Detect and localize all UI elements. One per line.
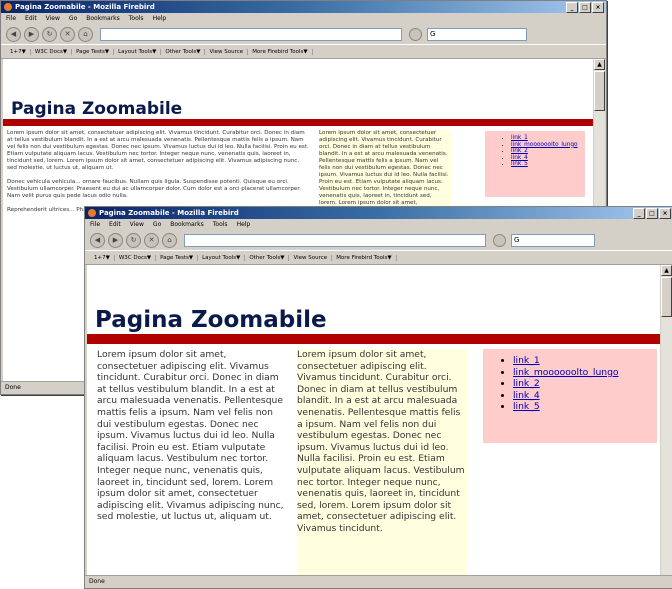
stop-icon[interactable]: ✕ (60, 26, 75, 42)
link-item[interactable]: link_2 (513, 378, 540, 389)
minimize-button[interactable]: _ (633, 208, 645, 219)
page-title: Pagina Zoomabile (11, 99, 183, 119)
text-column-1: Lorem ipsum dolor sit amet, consectetuer… (97, 349, 287, 576)
page-title: Pagina Zoomabile (95, 307, 327, 333)
menu-bar: File Edit View Go Bookmarks Tools Help (85, 219, 672, 230)
url-input[interactable] (184, 233, 486, 247)
window-title: Pagina Zoomabile - Mozilla Firebird (99, 209, 239, 217)
forward-icon[interactable]: ▶ (24, 26, 39, 42)
links-list: link_1 link_moooooolto_lungo link_2 link… (485, 131, 585, 168)
scroll-up-icon[interactable]: ▲ (661, 265, 672, 276)
maximize-button[interactable]: □ (579, 2, 591, 13)
firebird-icon (88, 209, 96, 217)
link-item[interactable]: link_4 (513, 390, 540, 401)
menu-file[interactable]: File (90, 219, 100, 230)
forward-icon[interactable]: ▶ (108, 232, 123, 248)
firebird-icon (4, 3, 12, 11)
devbar-item[interactable]: Page Tests▼ (72, 48, 115, 55)
url-input[interactable] (100, 27, 402, 41)
menu-bookmarks[interactable]: Bookmarks (170, 219, 204, 230)
menu-bookmarks[interactable]: Bookmarks (86, 13, 120, 24)
navigation-toolbar: ◀ ▶ ↻ ✕ ⌂ G (85, 230, 672, 250)
link-item[interactable]: link_moooooolto_lungo (511, 142, 578, 148)
devbar-item[interactable]: 1+7▼ (90, 254, 115, 261)
go-icon[interactable] (409, 27, 422, 41)
title-bar[interactable]: Pagina Zoomabile - Mozilla Firebird _ □ … (1, 1, 606, 13)
scroll-thumb[interactable] (661, 277, 672, 317)
devbar-item[interactable]: Layout Tools▼ (114, 48, 162, 55)
devbar-item[interactable]: Layout Tools▼ (198, 254, 246, 261)
link-item[interactable]: link_1 (511, 135, 528, 141)
paragraph: Lorem ipsum dolor sit amet, consectetuer… (297, 349, 465, 534)
menu-view[interactable]: View (46, 13, 60, 24)
menu-go[interactable]: Go (69, 13, 77, 24)
devbar-item[interactable]: W3C Docs▼ (115, 254, 157, 261)
close-button[interactable]: × (659, 208, 671, 219)
go-icon[interactable] (493, 233, 506, 247)
link-item[interactable]: link_5 (513, 401, 540, 412)
menu-tools[interactable]: Tools (129, 13, 144, 24)
link-item[interactable]: link_4 (511, 155, 528, 161)
status-bar: Done (85, 575, 672, 588)
link-item[interactable]: link_moooooolto_lungo (513, 367, 619, 378)
accent-bar (87, 334, 660, 344)
menu-help[interactable]: Help (237, 219, 251, 230)
reload-icon[interactable]: ↻ (42, 26, 57, 42)
devbar-item[interactable]: More Firebird Tools▼ (248, 48, 313, 55)
menu-bar: File Edit View Go Bookmarks Tools Help (1, 13, 606, 24)
menu-edit[interactable]: Edit (25, 13, 37, 24)
paragraph: Lorem ipsum dolor sit amet, consectetuer… (97, 349, 284, 523)
back-icon[interactable]: ◀ (90, 232, 105, 248)
home-icon[interactable]: ⌂ (162, 232, 177, 248)
paragraph: Donec vehicula vehicula... ornare faucib… (7, 179, 301, 199)
links-box: link_1 link_moooooolto_lungo link_2 link… (483, 349, 657, 443)
devbar-item[interactable]: Other Tools▼ (245, 254, 290, 261)
search-input[interactable]: G (427, 27, 527, 41)
devbar-item[interactable]: View Source (289, 254, 333, 261)
devbar-item[interactable]: Other Tools▼ (161, 48, 206, 55)
vertical-scrollbar[interactable]: ▲ (661, 265, 672, 576)
home-icon[interactable]: ⌂ (78, 26, 93, 42)
reload-icon[interactable]: ↻ (126, 232, 141, 248)
menu-edit[interactable]: Edit (109, 219, 121, 230)
links-box: link_1 link_moooooolto_lungo link_2 link… (485, 131, 585, 197)
scroll-up-icon[interactable]: ▲ (594, 59, 605, 70)
text-column-2: Lorem ipsum dolor sit amet, consectetuer… (297, 349, 467, 576)
menu-tools[interactable]: Tools (213, 219, 228, 230)
links-list: link_1 link_moooooolto_lungo link_2 link… (483, 349, 657, 413)
title-bar[interactable]: Pagina Zoomabile - Mozilla Firebird _ □ … (85, 207, 672, 219)
menu-help[interactable]: Help (153, 13, 167, 24)
browser-window-front[interactable]: Pagina Zoomabile - Mozilla Firebird _ □ … (84, 206, 672, 589)
minimize-button[interactable]: _ (566, 2, 578, 13)
web-developer-toolbar: 1+7▼ W3C Docs▼ Page Tests▼ Layout Tools▼… (1, 44, 606, 59)
scroll-thumb[interactable] (594, 71, 605, 111)
accent-bar (3, 119, 593, 126)
page-content: Pagina Zoomabile Lorem ipsum dolor sit a… (87, 265, 660, 576)
back-icon[interactable]: ◀ (6, 26, 21, 42)
devbar-item[interactable]: View Source (205, 48, 249, 55)
menu-view[interactable]: View (130, 219, 144, 230)
link-item[interactable]: link_1 (513, 355, 540, 366)
close-button[interactable]: × (592, 2, 604, 13)
menu-go[interactable]: Go (153, 219, 161, 230)
devbar-item[interactable]: W3C Docs▼ (31, 48, 73, 55)
link-item[interactable]: link_2 (511, 148, 528, 154)
devbar-item[interactable]: Page Tests▼ (156, 254, 199, 261)
devbar-item[interactable]: 1+7▼ (6, 48, 31, 55)
window-title: Pagina Zoomabile - Mozilla Firebird (15, 3, 155, 11)
devbar-item[interactable]: More Firebird Tools▼ (332, 254, 397, 261)
menu-file[interactable]: File (6, 13, 16, 24)
link-item[interactable]: link_5 (511, 161, 528, 167)
web-developer-toolbar: 1+7▼ W3C Docs▼ Page Tests▼ Layout Tools▼… (85, 250, 672, 265)
maximize-button[interactable]: □ (646, 208, 658, 219)
navigation-toolbar: ◀ ▶ ↻ ✕ ⌂ G (1, 24, 606, 44)
paragraph: Lorem ipsum dolor sit amet, consectetuer… (7, 130, 309, 171)
stop-icon[interactable]: ✕ (144, 232, 159, 248)
search-input[interactable]: G (511, 233, 595, 247)
